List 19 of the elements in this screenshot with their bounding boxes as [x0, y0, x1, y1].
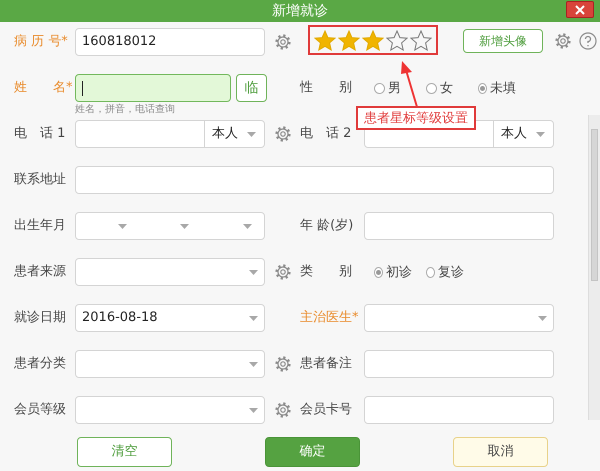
field-label: 联系地址 [14, 171, 67, 189]
field-label: 姓 名* [14, 79, 74, 97]
field-label: 类 别 [300, 263, 353, 281]
field-label: 主治医生* [300, 309, 360, 327]
field-label: 性 别 [300, 79, 353, 97]
hint-text: 姓名，拼音，电话查询 [75, 104, 175, 116]
field-label: 患者来源 [14, 263, 67, 281]
field-label: 患者分类 [14, 355, 67, 373]
field-label: 会员等级 [14, 401, 67, 419]
field-label: 年 龄(岁) [300, 217, 354, 235]
field-label: 出生年月 [14, 217, 67, 235]
field-label: 就诊日期 [14, 309, 67, 327]
field-label: 会员卡号 [300, 401, 353, 419]
annotation-tooltip: 患者星标等级设置 [356, 106, 476, 130]
field-label: 电 话 1 [14, 125, 66, 143]
field-label: 病 历 号* [14, 33, 69, 51]
field-label: 电 话 2 [300, 125, 352, 143]
field-label: 患者备注 [300, 355, 353, 373]
window-title: 新增就诊 [272, 2, 328, 20]
